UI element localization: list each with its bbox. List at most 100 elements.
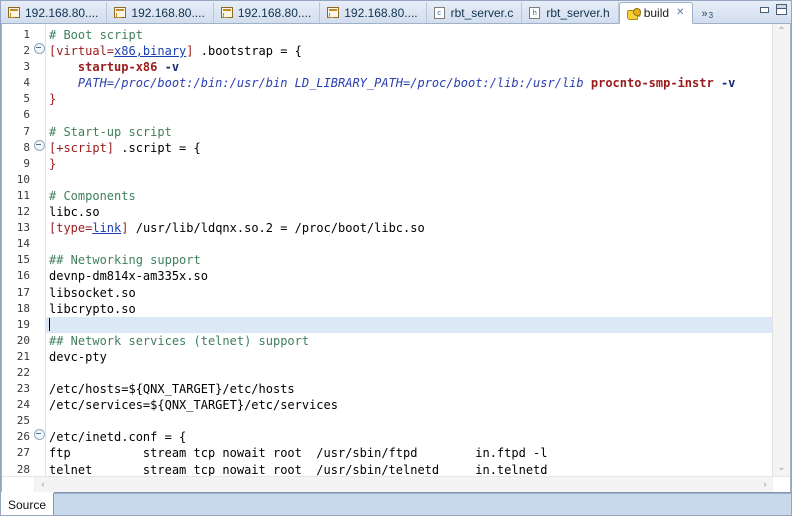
code-line[interactable]: [virtual=x86,binary] .bootstrap = { <box>46 43 772 59</box>
code-line[interactable]: ftp stream tcp nowait root /usr/sbin/ftp… <box>46 445 772 461</box>
code-line[interactable]: libsocket.so <box>46 285 772 301</box>
code-line[interactable] <box>46 317 772 333</box>
code-line[interactable]: devnp-dm814x-am335x.so <box>46 268 772 284</box>
editor-tab-label: rbt_server.h <box>546 6 609 20</box>
line-number: 10 <box>2 172 34 188</box>
source-editor[interactable]: 1234567891011121314151617181920212223242… <box>2 24 772 476</box>
editor-tab-192-168-80-[interactable]: 192.168.80.... <box>107 2 213 23</box>
h-header-file-icon: h <box>528 6 542 19</box>
code-line[interactable]: libcrypto.so <box>46 301 772 317</box>
code-token <box>584 76 591 90</box>
code-token: devnp-dm814x-am335x.so <box>49 269 208 283</box>
line-number: 17 <box>2 285 34 301</box>
fold-collapse-icon[interactable] <box>34 43 45 59</box>
code-line[interactable] <box>46 365 772 381</box>
code-line[interactable]: libc.so <box>46 204 772 220</box>
scroll-up-arrow-icon[interactable]: ⌃ <box>773 24 790 40</box>
code-line[interactable]: devc-pty <box>46 349 772 365</box>
scroll-down-arrow-icon[interactable]: ⌄ <box>773 460 790 476</box>
fold-spacer <box>34 333 45 349</box>
tab-source-label: Source <box>8 498 46 512</box>
scroll-left-arrow-icon[interactable]: ‹ <box>35 477 51 492</box>
line-number: 24 <box>2 397 34 413</box>
code-token: startup-x86 <box>78 60 157 74</box>
code-line[interactable]: /etc/hosts=${QNX_TARGET}/etc/hosts <box>46 381 772 397</box>
terminal-icon <box>220 6 234 19</box>
scrollbar-left-pad <box>2 477 35 492</box>
fold-collapse-icon[interactable] <box>34 429 45 445</box>
editor-tab-192-168-80-[interactable]: 192.168.80.... <box>1 2 107 23</box>
code-token: ## Network services (telnet) support <box>49 334 309 348</box>
code-line[interactable]: /etc/inetd.conf = { <box>46 429 772 445</box>
editor-tab-rbt-server-h[interactable]: h rbt_server.h <box>522 2 618 23</box>
code-line[interactable] <box>46 172 772 188</box>
line-number: 27 <box>2 445 34 461</box>
maximize-icon[interactable] <box>776 4 787 15</box>
code-line[interactable]: PATH=/proc/boot:/bin:/usr/bin LD_LIBRARY… <box>46 75 772 91</box>
fold-spacer <box>34 27 45 43</box>
code-token: libsocket.so <box>49 286 136 300</box>
fold-spacer <box>34 107 45 123</box>
build-file-icon <box>626 7 640 20</box>
fold-spacer <box>34 59 45 75</box>
code-line[interactable]: /etc/services=${QNX_TARGET}/etc/services <box>46 397 772 413</box>
vertical-scrollbar[interactable]: ⌃ ⌄ <box>772 24 790 476</box>
fold-spacer <box>34 397 45 413</box>
code-token <box>49 60 78 74</box>
line-number: 14 <box>2 236 34 252</box>
editor-tab-build[interactable]: build ✕ <box>619 2 694 24</box>
fold-spacer <box>34 91 45 107</box>
code-line[interactable]: [type=link] /usr/lib/ldqnx.so.2 = /proc/… <box>46 220 772 236</box>
line-number: 20 <box>2 333 34 349</box>
code-line[interactable]: # Components <box>46 188 772 204</box>
tab-overflow-indicator[interactable]: »3 <box>693 8 719 23</box>
code-line[interactable]: # Start-up script <box>46 124 772 140</box>
code-token: [type= <box>49 221 92 235</box>
code-token: ftp stream tcp nowait root /usr/sbin/ftp… <box>49 446 548 460</box>
code-content[interactable]: # Boot script[virtual=x86,binary] .boots… <box>45 24 772 476</box>
code-line[interactable]: } <box>46 156 772 172</box>
line-number: 25 <box>2 413 34 429</box>
window-controls <box>760 4 787 15</box>
fold-marker-column[interactable] <box>34 24 45 476</box>
fold-collapse-icon[interactable] <box>34 140 45 156</box>
editor-tab-192-168-80-[interactable]: 192.168.80.... <box>214 2 320 23</box>
editor-tab-192-168-80-[interactable]: 192.168.80.... <box>320 2 426 23</box>
editor-tab-rbt-server-c[interactable]: crbt_server.c <box>427 2 523 23</box>
code-token: /etc/inetd.conf = { <box>49 430 186 444</box>
horizontal-scrollbar[interactable]: ‹ › <box>35 477 773 492</box>
fold-spacer <box>34 301 45 317</box>
code-line[interactable]: ## Networking support <box>46 252 772 268</box>
code-token: -v <box>721 76 735 90</box>
code-token <box>714 76 721 90</box>
code-token: x86,binary <box>114 44 186 58</box>
fold-spacer <box>34 75 45 91</box>
fold-spacer <box>34 317 45 333</box>
fold-spacer <box>34 252 45 268</box>
line-number: 2 <box>2 43 34 59</box>
minimize-icon[interactable] <box>760 7 769 13</box>
code-line[interactable]: } <box>46 91 772 107</box>
line-number: 28 <box>2 462 34 476</box>
editor-bottom-tab-bar: Source <box>1 492 791 515</box>
code-line[interactable]: startup-x86 -v <box>46 59 772 75</box>
line-number: 12 <box>2 204 34 220</box>
line-number: 15 <box>2 252 34 268</box>
scroll-right-arrow-icon[interactable]: › <box>757 477 773 492</box>
editor-tab-label: 192.168.80.... <box>131 6 204 20</box>
code-line[interactable] <box>46 413 772 429</box>
code-line[interactable]: # Boot script <box>46 27 772 43</box>
horizontal-scrollbar-row: ‹ › <box>2 476 790 492</box>
fold-spacer <box>34 204 45 220</box>
editor-tab-label: 192.168.80.... <box>344 6 417 20</box>
code-line[interactable]: [+script] .script = { <box>46 140 772 156</box>
code-line[interactable] <box>46 236 772 252</box>
code-line[interactable]: ## Network services (telnet) support <box>46 333 772 349</box>
tab-overflow-chevrons: » <box>701 8 707 20</box>
tab-close-icon[interactable]: ✕ <box>676 8 684 18</box>
code-line[interactable]: telnet stream tcp nowait root /usr/sbin/… <box>46 462 772 476</box>
fold-spacer <box>34 220 45 236</box>
tab-source[interactable]: Source <box>1 492 54 515</box>
editor-tab-label: build <box>644 6 669 20</box>
code-line[interactable] <box>46 107 772 123</box>
